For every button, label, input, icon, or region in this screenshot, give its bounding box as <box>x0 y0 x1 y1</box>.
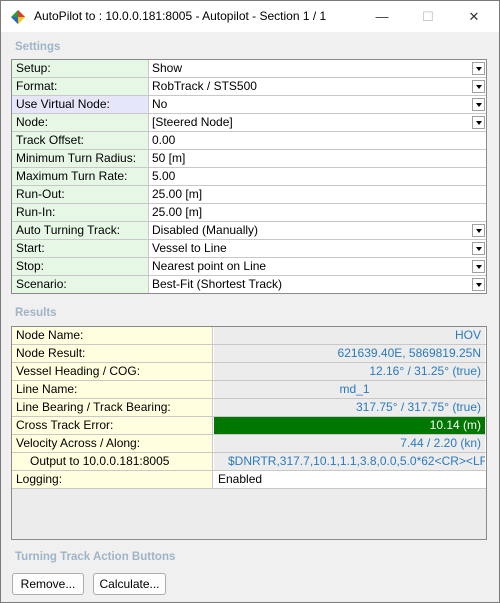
maximize-button[interactable]: ☐ <box>405 1 451 32</box>
setting-label: Scenario: <box>12 276 149 293</box>
setting-label: Run-Out: <box>12 186 149 203</box>
setting-label: Node: <box>12 114 149 131</box>
setting-value[interactable]: Nearest point on Line <box>150 258 485 275</box>
result-value: 317.75° / 317.75° (true) <box>214 399 485 416</box>
result-label: Node Name: <box>12 327 213 344</box>
setting-row-format[interactable]: Format: RobTrack / STS500 <box>12 78 486 96</box>
result-label: Velocity Across / Along: <box>12 435 213 452</box>
setting-row-node[interactable]: Node: [Steered Node] <box>12 114 486 132</box>
setting-row-run-out[interactable]: Run-Out: 25.00 [m] <box>12 186 486 204</box>
result-label: Line Bearing / Track Bearing: <box>12 399 213 416</box>
setting-label: Format: <box>12 78 149 95</box>
title-bar[interactable]: AutoPilot to : 10.0.0.181:8005 - Autopil… <box>1 1 499 32</box>
dropdown-arrow-icon[interactable] <box>472 242 485 255</box>
turning-header: Turning Track Action Buttons <box>15 551 176 563</box>
output-sentence-value: $DNRTR,317.7,10.1,1.1,3.8,0.0,5.0*62<CR>… <box>214 453 485 470</box>
setting-row-track-offset[interactable]: Track Offset: 0.00 <box>12 132 486 150</box>
setting-row-auto-turning-track[interactable]: Auto Turning Track: Disabled (Manually) <box>12 222 486 240</box>
setting-value[interactable]: 25.00 [m] <box>150 186 485 203</box>
settings-header: Settings <box>15 41 61 53</box>
setting-row-start[interactable]: Start: Vessel to Line <box>12 240 486 258</box>
setting-value[interactable]: Vessel to Line <box>150 240 485 257</box>
results-empty-area <box>12 489 486 539</box>
result-row-output[interactable]: ✔ Output to 10.0.0.181:8005 $DNRTR,317.7… <box>12 453 486 471</box>
setting-value[interactable]: 25.00 [m] <box>150 204 485 221</box>
cross-track-error-value: 10.14 (m) <box>214 417 485 434</box>
setting-value[interactable]: Best-Fit (Shortest Track) <box>150 276 485 293</box>
results-header: Results <box>15 307 57 319</box>
result-row-vessel-heading: Vessel Heading / COG: 12.16° / 31.25° (t… <box>12 363 486 381</box>
result-row-velocity: Velocity Across / Along: 7.44 / 2.20 (kn… <box>12 435 486 453</box>
result-row-logging[interactable]: Logging: Enabled <box>12 471 486 489</box>
dropdown-arrow-icon[interactable] <box>472 62 485 75</box>
minimize-button[interactable]: — <box>359 1 405 32</box>
dropdown-arrow-icon[interactable] <box>472 98 485 111</box>
result-value: md_1 <box>214 381 485 398</box>
calculate-button-label: Calculate... <box>99 577 160 591</box>
setting-row-run-in[interactable]: Run-In: 25.00 [m] <box>12 204 486 222</box>
setting-label: Setup: <box>12 60 149 77</box>
setting-label: Use Virtual Node: <box>12 96 149 113</box>
remove-button[interactable]: Remove... <box>12 573 84 595</box>
dropdown-arrow-icon[interactable] <box>472 260 485 273</box>
setting-value[interactable]: 0.00 <box>150 132 485 149</box>
setting-row-min-turn-radius[interactable]: Minimum Turn Radius: 50 [m] <box>12 150 486 168</box>
dropdown-arrow-icon[interactable] <box>472 224 485 237</box>
close-button[interactable]: ✕ <box>451 1 497 32</box>
result-label: Node Result: <box>12 345 213 362</box>
setting-value[interactable]: RobTrack / STS500 <box>150 78 485 95</box>
setting-row-max-turn-rate[interactable]: Maximum Turn Rate: 5.00 <box>12 168 486 186</box>
setting-row-setup[interactable]: Setup: Show <box>12 60 486 78</box>
result-label[interactable]: Output to 10.0.0.181:8005 <box>12 453 213 470</box>
setting-value[interactable]: 5.00 <box>150 168 485 185</box>
result-value: 12.16° / 31.25° (true) <box>214 363 485 380</box>
setting-value[interactable]: No <box>150 96 485 113</box>
app-icon <box>11 10 25 24</box>
result-row-node-name: Node Name: HOV <box>12 327 486 345</box>
setting-value[interactable]: [Steered Node] <box>150 114 485 131</box>
setting-value[interactable]: 50 [m] <box>150 150 485 167</box>
setting-label: Maximum Turn Rate: <box>12 168 149 185</box>
setting-label: Run-In: <box>12 204 149 221</box>
result-label: Logging: <box>12 471 213 488</box>
dropdown-arrow-icon[interactable] <box>472 80 485 93</box>
settings-grid: Setup: Show Format: RobTrack / STS500 Us… <box>11 59 487 294</box>
result-label: Vessel Heading / COG: <box>12 363 213 380</box>
setting-label: Auto Turning Track: <box>12 222 149 239</box>
result-row-line-bearing: Line Bearing / Track Bearing: 317.75° / … <box>12 399 486 417</box>
dropdown-arrow-icon[interactable] <box>472 116 485 129</box>
setting-row-stop[interactable]: Stop: Nearest point on Line <box>12 258 486 276</box>
setting-label: Track Offset: <box>12 132 149 149</box>
setting-row-virtual-node[interactable]: Use Virtual Node: No <box>12 96 486 114</box>
result-row-cross-track-error: Cross Track Error: 10.14 (m) <box>12 417 486 435</box>
logging-value[interactable]: Enabled <box>214 471 485 488</box>
remove-button-label: Remove... <box>20 577 76 591</box>
setting-value[interactable]: Disabled (Manually) <box>150 222 485 239</box>
result-value: 7.44 / 2.20 (kn) <box>214 435 485 452</box>
result-row-line-name: Line Name: md_1 <box>12 381 486 399</box>
calculate-button[interactable]: Calculate... <box>93 573 166 595</box>
result-label: Line Name: <box>12 381 213 398</box>
results-grid: Node Name: HOV Node Result: 621639.40E, … <box>11 326 487 540</box>
setting-label: Start: <box>12 240 149 257</box>
result-label: Cross Track Error: <box>12 417 213 434</box>
result-value: HOV <box>214 327 485 344</box>
result-row-node-result: Node Result: 621639.40E, 5869819.25N <box>12 345 486 363</box>
setting-row-scenario[interactable]: Scenario: Best-Fit (Shortest Track) <box>12 276 486 294</box>
setting-label: Stop: <box>12 258 149 275</box>
autopilot-window: AutoPilot to : 10.0.0.181:8005 - Autopil… <box>0 0 500 603</box>
setting-label: Minimum Turn Radius: <box>12 150 149 167</box>
result-value: 621639.40E, 5869819.25N <box>214 345 485 362</box>
dropdown-arrow-icon[interactable] <box>472 278 485 291</box>
window-title: AutoPilot to : 10.0.0.181:8005 - Autopil… <box>34 9 327 23</box>
setting-value[interactable]: Show <box>150 60 485 77</box>
